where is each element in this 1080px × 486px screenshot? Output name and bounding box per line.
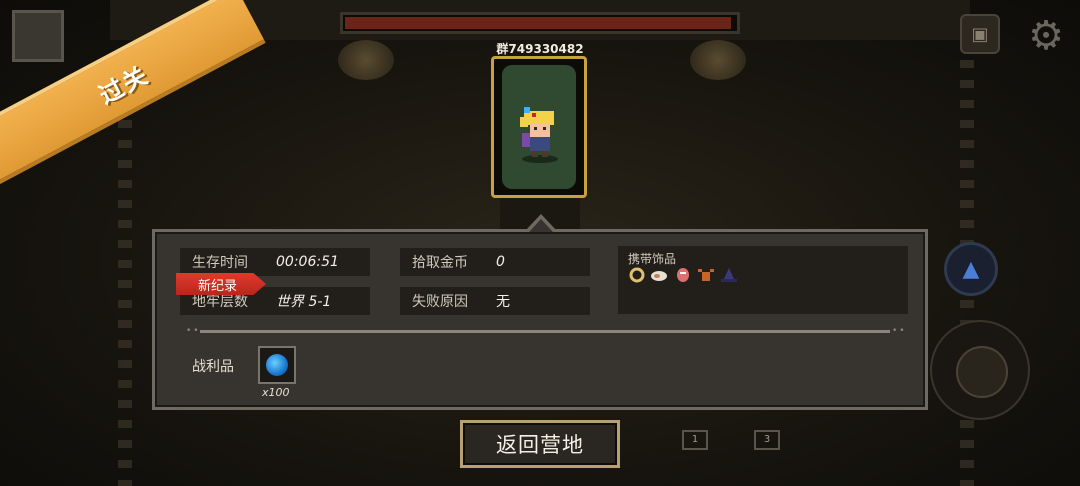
item-slot-1[interactable]: 1 (682, 430, 708, 450)
hero-sprite (520, 107, 558, 163)
survival-time-value: 00:06:51 (276, 254, 339, 270)
player-avatar[interactable] (12, 10, 64, 62)
water-drop-icon: ▲ (962, 256, 980, 282)
divider-dots: •• (892, 326, 907, 336)
banner-text: 过关 (94, 60, 154, 110)
bull-head-icon[interactable] (697, 266, 715, 284)
ring-icon[interactable] (628, 266, 646, 284)
meat-icon[interactable] (674, 266, 692, 284)
nest-decoration (338, 40, 394, 80)
blue-gem-icon (266, 354, 288, 376)
panel-pointer-inner (529, 219, 553, 232)
loot-label: 战利品 (192, 359, 234, 375)
fail-reason-label: 失败原因 (412, 294, 468, 310)
survival-time-label: 生存时间 (192, 255, 248, 271)
gear-icon[interactable]: ⚙ (1024, 14, 1068, 58)
nest-decoration (690, 40, 746, 80)
fail-reason-row: 失败原因 无 (400, 287, 590, 315)
accessories-title: 携带饰品 (628, 252, 677, 266)
feather-icon[interactable] (650, 266, 668, 284)
divider-dots: •• (186, 326, 201, 336)
attack-joystick[interactable] (930, 320, 1030, 420)
wall-decoration (118, 60, 132, 486)
skill-button[interactable]: ▲ (944, 242, 998, 296)
boss-health-bar (340, 12, 740, 34)
return-to-camp-button[interactable]: 返回营地 (460, 420, 620, 468)
fail-reason-value: 无 (496, 294, 510, 310)
loot-count: x100 (262, 386, 290, 399)
character-card (491, 56, 587, 198)
new-record-badge: 新纪录 (176, 273, 266, 295)
witch-hat-icon[interactable] (720, 266, 738, 284)
section-divider (200, 330, 890, 333)
backpack-icon[interactable]: ▣ (960, 14, 1000, 54)
gold-label: 拾取金币 (412, 255, 468, 271)
loot-item-slot[interactable] (258, 346, 296, 384)
item-slot-3[interactable]: 3 (754, 430, 780, 450)
dungeon-floor-value: 世界 5-1 (276, 294, 332, 310)
survival-time-row: 生存时间 00:06:51 (180, 248, 370, 276)
gold-value: 0 (496, 254, 505, 270)
boss-health-fill (345, 17, 732, 29)
player-group-id: 群749330482 (496, 42, 584, 56)
gold-row: 拾取金币 0 (400, 248, 590, 276)
